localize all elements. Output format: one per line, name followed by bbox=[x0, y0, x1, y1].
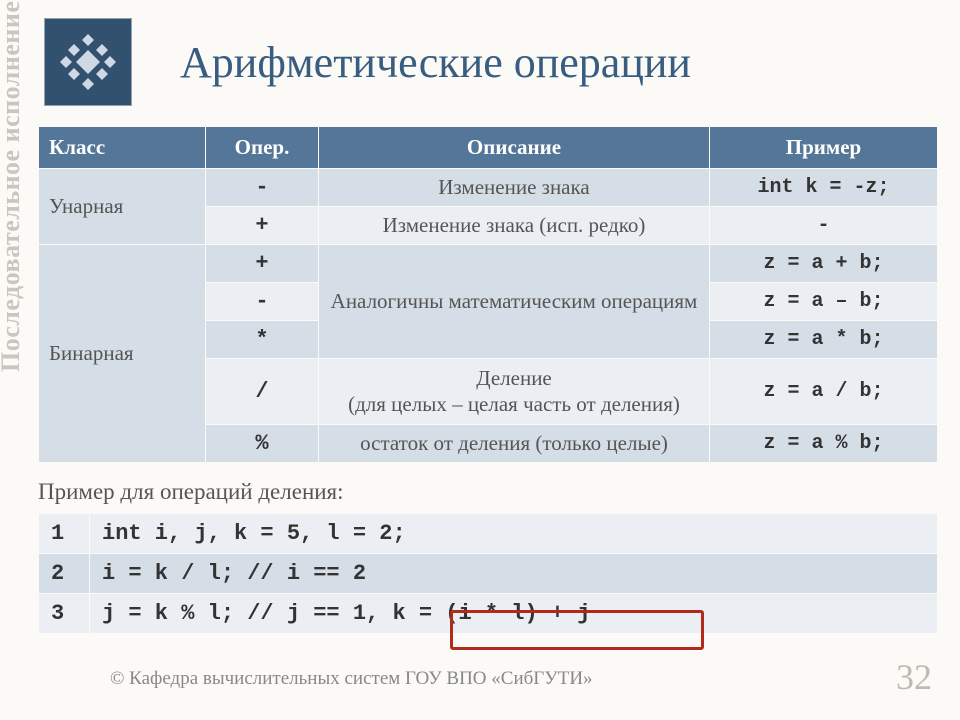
page-title: Арифметические операции bbox=[180, 37, 691, 88]
cell-ex: z = a + b; bbox=[710, 245, 938, 283]
cell-op: - bbox=[206, 283, 319, 321]
th-class: Класс bbox=[39, 127, 206, 169]
code-line: int i, j, k = 5, l = 2; bbox=[90, 513, 938, 553]
cell-op: / bbox=[206, 359, 319, 425]
cell-ex: int k = -z; bbox=[710, 169, 938, 207]
cell-op: + bbox=[206, 207, 319, 245]
cell-desc: Изменение знака bbox=[319, 169, 710, 207]
operations-table: Класс Опер. Описание Пример Унарная - Из… bbox=[38, 126, 938, 463]
cell-desc: остаток от деления (только целые) bbox=[319, 424, 710, 462]
cell-op: * bbox=[206, 321, 319, 359]
code-linenum: 1 bbox=[39, 513, 90, 553]
cell-ex: - bbox=[710, 207, 938, 245]
example-caption: Пример для операций деления: bbox=[38, 479, 938, 505]
cell-ex: z = a * b; bbox=[710, 321, 938, 359]
cell-op: - bbox=[206, 169, 319, 207]
th-desc: Описание bbox=[319, 127, 710, 169]
cell-desc: Аналогичны математическим операциям bbox=[319, 245, 710, 359]
code-line: i = k / l; // i == 2 bbox=[90, 553, 938, 593]
logo-icon bbox=[44, 18, 132, 106]
code-example-table: 1 int i, j, k = 5, l = 2; 2 i = k / l; /… bbox=[38, 513, 938, 634]
code-linenum: 3 bbox=[39, 593, 90, 633]
code-line: j = k % l; // j == 1, k = (i * l) + j bbox=[90, 593, 938, 633]
cell-ex: z = a / b; bbox=[710, 359, 938, 425]
cell-ex: z = a % b; bbox=[710, 424, 938, 462]
footer-copyright: © Кафедра вычислительных систем ГОУ ВПО … bbox=[110, 668, 593, 690]
cell-class-unary: Унарная bbox=[39, 169, 206, 245]
cell-op: % bbox=[206, 424, 319, 462]
cell-op: + bbox=[206, 245, 319, 283]
cell-ex: z = a – b; bbox=[710, 283, 938, 321]
th-example: Пример bbox=[710, 127, 938, 169]
code-linenum: 2 bbox=[39, 553, 90, 593]
page-number: 32 bbox=[896, 656, 932, 698]
side-label: Последовательное исполнение bbox=[0, 1, 26, 372]
cell-desc: Изменение знака (исп. редко) bbox=[319, 207, 710, 245]
th-oper: Опер. bbox=[206, 127, 319, 169]
cell-class-binary: Бинарная bbox=[39, 245, 206, 463]
cell-desc: Деление (для целых – целая часть от деле… bbox=[319, 359, 710, 425]
